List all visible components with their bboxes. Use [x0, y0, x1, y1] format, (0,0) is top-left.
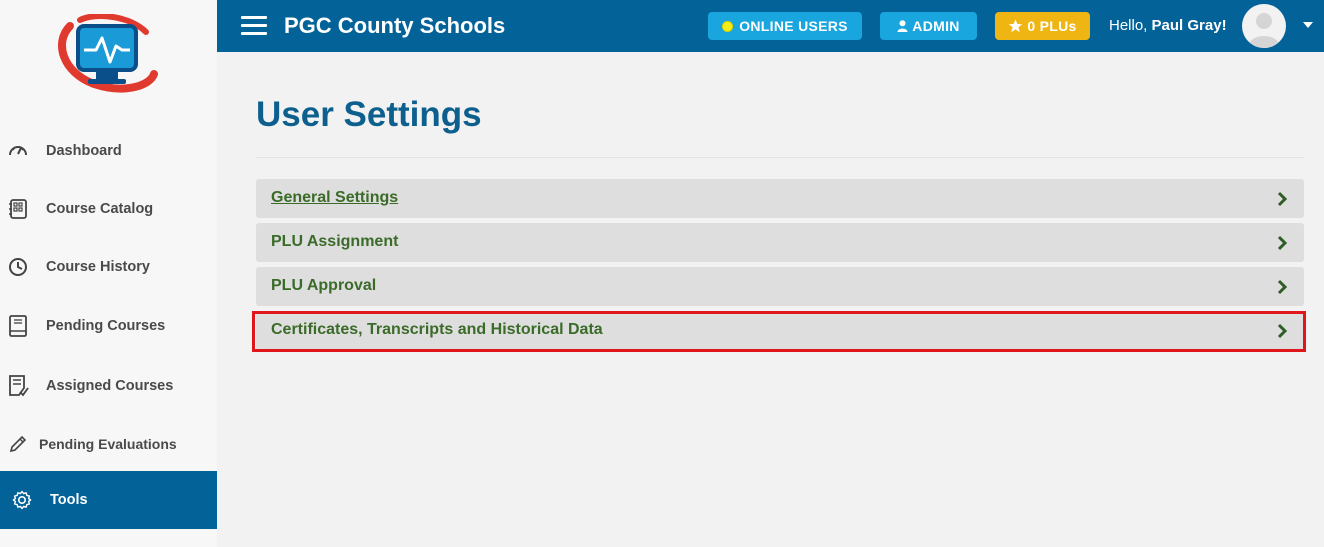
panel-plu-assignment[interactable]: PLU Assignment: [256, 223, 1304, 262]
chevron-right-icon: [1277, 235, 1288, 251]
chevron-right-icon: [1277, 191, 1288, 207]
clock-icon: [6, 255, 30, 279]
panel-label: PLU Assignment: [271, 233, 399, 250]
chevron-down-icon[interactable]: [1303, 22, 1313, 28]
online-users-label: ONLINE USERS: [739, 18, 848, 34]
avatar[interactable]: [1242, 4, 1286, 48]
logo[interactable]: [52, 13, 158, 94]
divider: [256, 157, 1304, 158]
chevron-right-icon: [1277, 323, 1288, 339]
sidebar-item-label: Dashboard: [46, 143, 122, 159]
gear-icon: [10, 488, 34, 512]
panel-certificates-transcripts[interactable]: Certificates, Transcripts and Historical…: [256, 311, 1304, 350]
sidebar: Dashboard Course Catalog Course History …: [0, 0, 217, 547]
menu-icon[interactable]: [241, 16, 267, 36]
panel-label[interactable]: General Settings: [271, 189, 398, 207]
panel-label: Certificates, Transcripts and Historical…: [271, 321, 603, 338]
top-header: PGC County Schools ONLINE USERS ADMIN 0 …: [217, 0, 1324, 52]
panel-label: PLU Approval: [271, 277, 377, 294]
admin-button[interactable]: ADMIN: [880, 12, 977, 40]
online-dot-icon: [722, 20, 734, 32]
sidebar-item-label: Course Catalog: [46, 201, 154, 217]
admin-label: ADMIN: [912, 18, 960, 34]
plu-label: 0 PLUs: [1027, 18, 1077, 34]
catalog-icon: [6, 197, 30, 221]
greeting-prefix: Hello,: [1109, 17, 1152, 34]
sidebar-item-pending-courses[interactable]: Pending Courses: [0, 297, 217, 355]
user-icon: [897, 20, 908, 32]
sidebar-item-assigned-courses[interactable]: Assigned Courses: [0, 357, 217, 415]
pencil-icon: [6, 432, 30, 456]
book-icon: [6, 314, 30, 338]
sidebar-item-dashboard[interactable]: Dashboard: [0, 122, 217, 180]
star-icon: [1008, 19, 1023, 33]
sidebar-item-tools[interactable]: Tools: [0, 471, 217, 529]
sidebar-item-label: Course History: [46, 259, 150, 275]
sidebar-item-label: Pending Courses: [46, 318, 166, 334]
site-title: PGC County Schools: [284, 13, 506, 38]
checklist-icon: [6, 374, 30, 398]
chevron-right-icon: [1277, 279, 1288, 295]
sidebar-item-course-history[interactable]: Course History: [0, 238, 217, 296]
online-users-button[interactable]: ONLINE USERS: [708, 12, 862, 40]
sidebar-item-label: Assigned Courses: [46, 378, 174, 394]
plu-button[interactable]: 0 PLUs: [995, 12, 1090, 40]
sidebar-item-label: Pending Evaluations: [39, 436, 177, 452]
sidebar-item-course-catalog[interactable]: Course Catalog: [0, 180, 217, 238]
user-greeting: Hello, Paul Gray!: [1109, 17, 1227, 34]
panel-plu-approval[interactable]: PLU Approval: [256, 267, 1304, 306]
gauge-icon: [6, 139, 30, 163]
panel-general-settings[interactable]: General Settings: [256, 179, 1304, 218]
page-title: User Settings: [256, 95, 482, 134]
sidebar-item-pending-evaluations[interactable]: Pending Evaluations: [0, 415, 217, 473]
sidebar-item-label: Tools: [50, 492, 88, 508]
user-name: Paul Gray!: [1151, 17, 1227, 34]
